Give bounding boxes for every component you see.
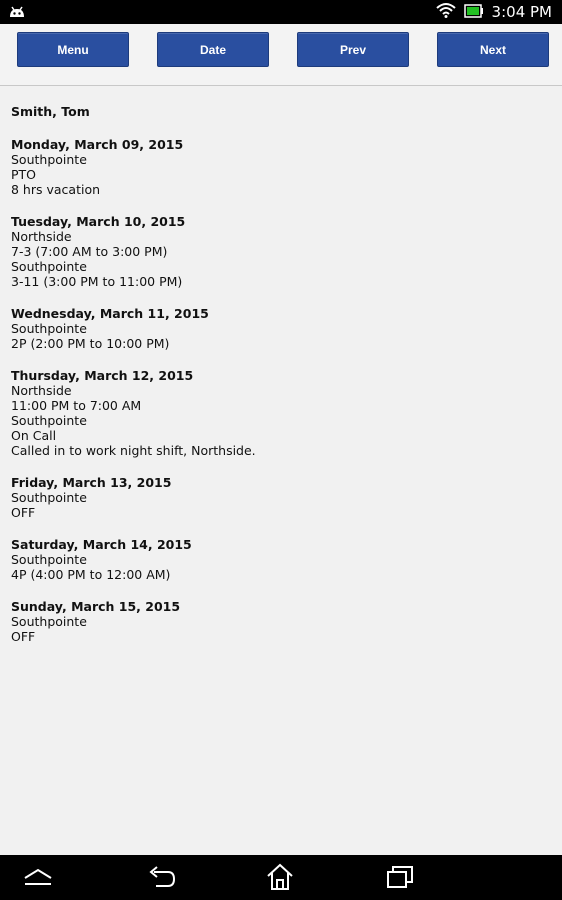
day-line: OFF [11, 629, 36, 644]
day-block: Friday, March 13, 2015 Southpointe OFF [11, 475, 551, 520]
day-line: Southpointe [11, 490, 87, 505]
day-line: Southpointe [11, 152, 87, 167]
android-icon [8, 4, 26, 24]
day-line: Southpointe [11, 614, 87, 629]
day-line: Southpointe [11, 552, 87, 567]
prev-button[interactable]: Prev [297, 32, 409, 67]
day-line: 7-3 (7:00 AM to 3:00 PM) [11, 244, 168, 259]
schedule-content: Smith, Tom Monday, March 09, 2015 Southp… [11, 104, 551, 661]
status-bar: 3:04 PM [0, 0, 562, 24]
next-button[interactable]: Next [437, 32, 549, 67]
day-block: Wednesday, March 11, 2015 Southpointe 2P… [11, 306, 551, 351]
day-line: 11:00 PM to 7:00 AM [11, 398, 142, 413]
day-line: PTO [11, 167, 37, 182]
employee-name: Smith, Tom [11, 104, 90, 119]
day-block: Monday, March 09, 2015 Southpointe PTO 8… [11, 137, 551, 197]
clock: 3:04 PM [491, 3, 552, 21]
day-title: Friday, March 13, 2015 [11, 475, 172, 490]
wifi-icon [435, 2, 456, 22]
day-line: 8 hrs vacation [11, 182, 101, 197]
day-title: Sunday, March 15, 2015 [11, 599, 181, 614]
menu-button[interactable]: Menu [17, 32, 129, 67]
day-block: Tuesday, March 10, 2015 Northside 7-3 (7… [11, 214, 551, 289]
day-line: 2P (2:00 PM to 10:00 PM) [11, 336, 170, 351]
day-title: Tuesday, March 10, 2015 [11, 214, 186, 229]
date-button[interactable]: Date [157, 32, 269, 67]
day-line: On Call [11, 428, 57, 443]
day-title: Saturday, March 14, 2015 [11, 537, 192, 552]
battery-icon [463, 3, 484, 22]
day-line: Southpointe [11, 413, 87, 428]
day-title: Thursday, March 12, 2015 [11, 368, 194, 383]
day-line: Northside [11, 383, 72, 398]
day-line: Called in to work night shift, Northside… [11, 443, 256, 458]
recent-apps-icon[interactable] [384, 862, 416, 892]
home-icon[interactable] [264, 862, 296, 892]
toolbar: Menu Date Prev Next [0, 24, 562, 86]
day-block: Sunday, March 15, 2015 Southpointe OFF [11, 599, 551, 644]
day-line: Southpointe [11, 321, 87, 336]
day-title: Monday, March 09, 2015 [11, 137, 184, 152]
collapse-icon[interactable] [22, 862, 54, 892]
day-block: Saturday, March 14, 2015 Southpointe 4P … [11, 537, 551, 582]
day-line: 3-11 (3:00 PM to 11:00 PM) [11, 274, 183, 289]
day-title: Wednesday, March 11, 2015 [11, 306, 209, 321]
day-line: Southpointe [11, 259, 87, 274]
day-line: OFF [11, 505, 36, 520]
back-icon[interactable] [145, 862, 177, 892]
day-block: Thursday, March 12, 2015 Northside 11:00… [11, 368, 551, 458]
day-line: Northside [11, 229, 72, 244]
navigation-bar [0, 855, 562, 900]
day-line: 4P (4:00 PM to 12:00 AM) [11, 567, 171, 582]
